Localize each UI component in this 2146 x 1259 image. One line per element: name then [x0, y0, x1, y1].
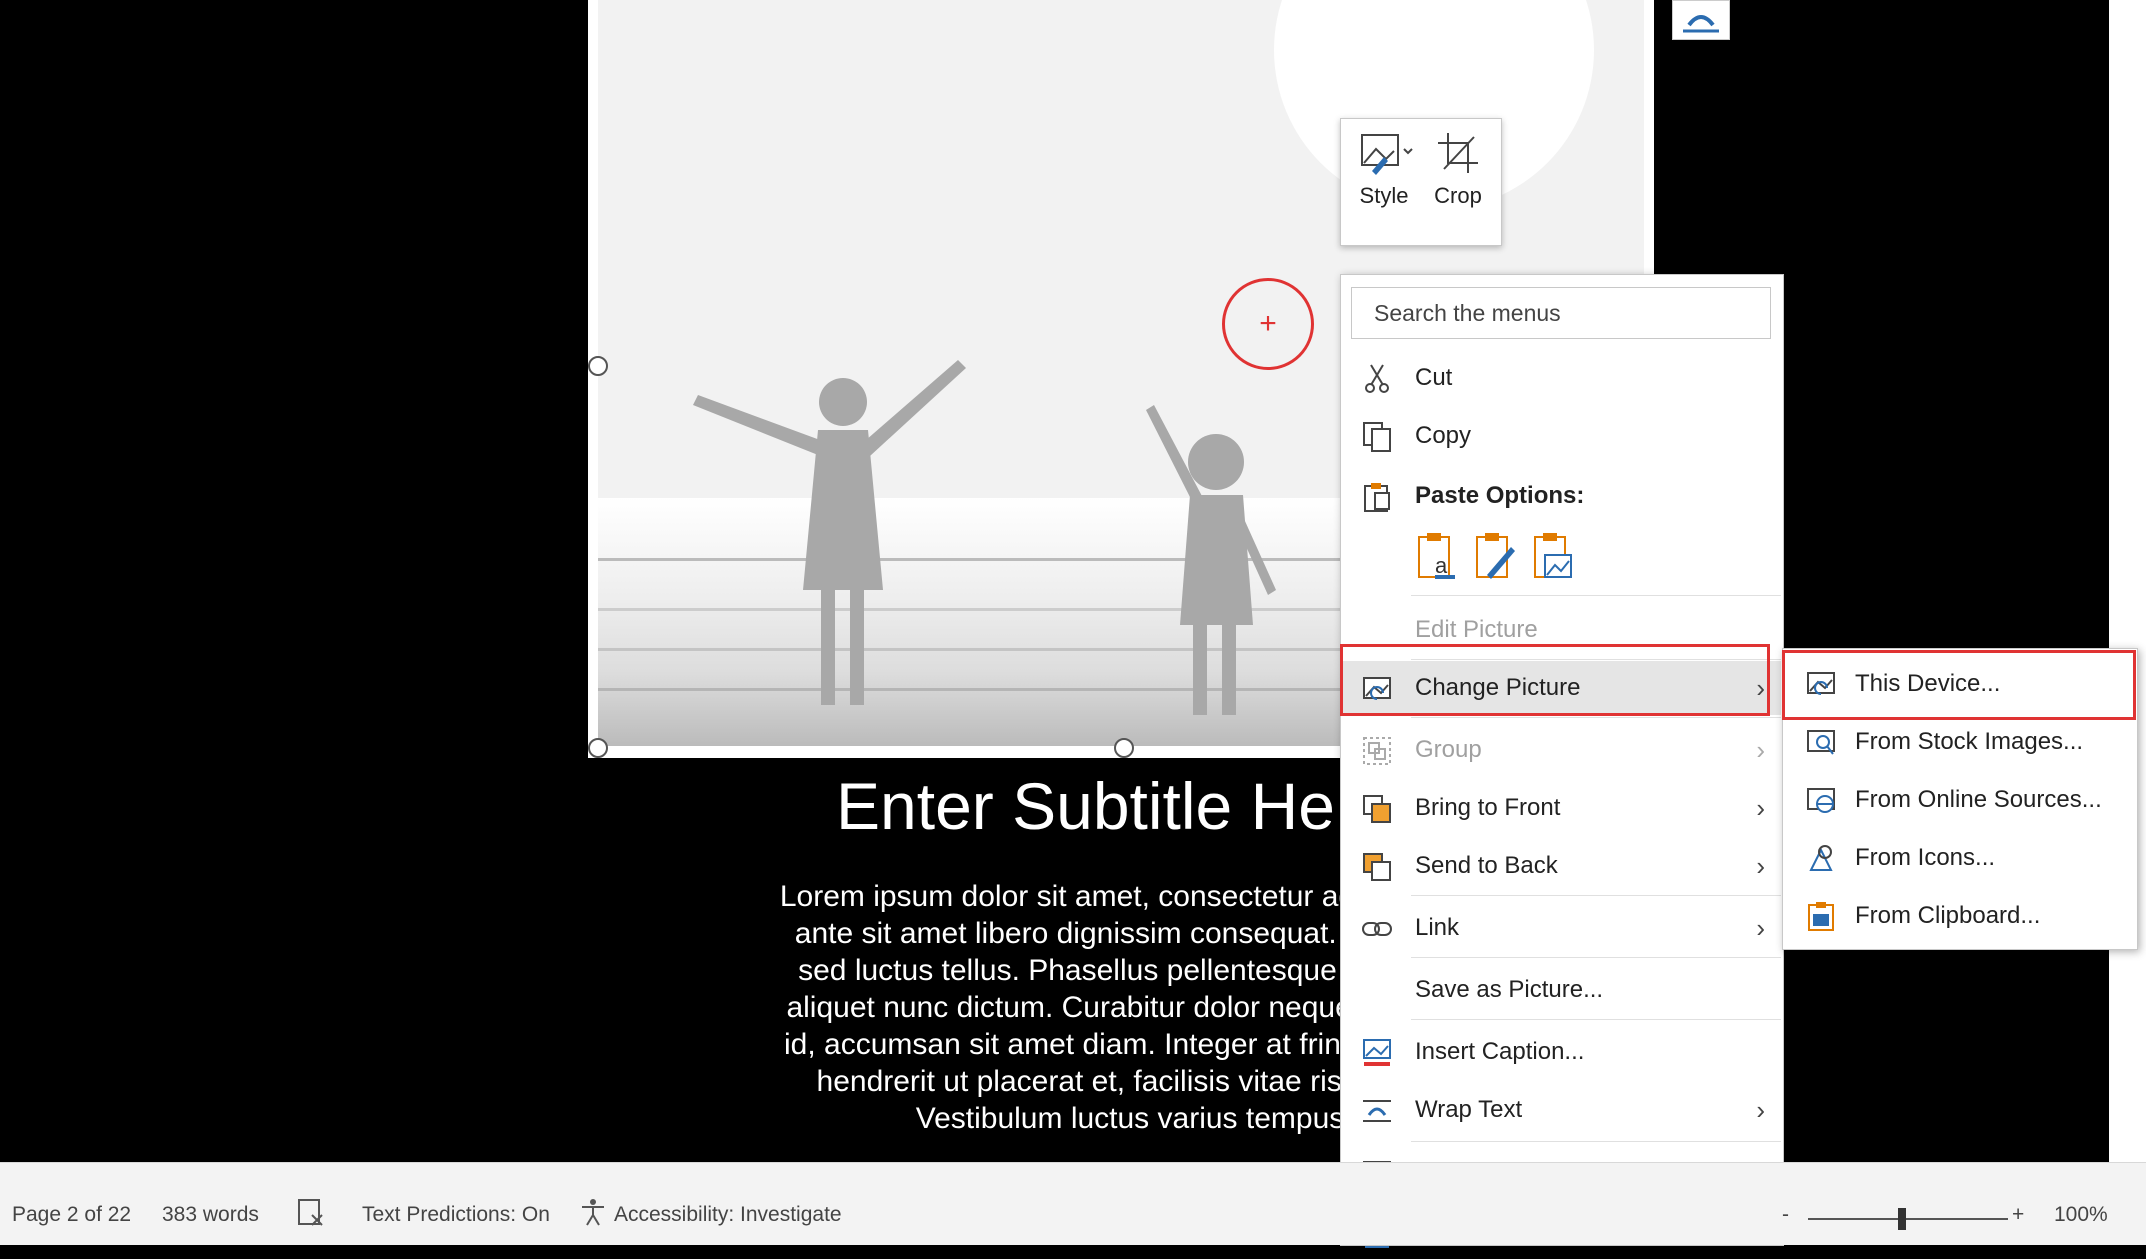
- online-sources-label: From Online Sources...: [1855, 786, 2102, 813]
- insert-caption-icon: [1363, 1039, 1391, 1066]
- clipboard-icon: [1364, 483, 1390, 512]
- group-label: Group: [1415, 736, 1482, 763]
- menu-item-wrap-text[interactable]: Wrap Text ›: [1341, 1083, 1781, 1137]
- crop-button[interactable]: Crop: [1423, 131, 1493, 209]
- layout-options-button[interactable]: [1672, 0, 1730, 40]
- menu-item-copy[interactable]: Copy: [1341, 409, 1781, 463]
- chevron-right-icon: ›: [1756, 1095, 1765, 1125]
- paste-options-header: Paste Options:: [1341, 469, 1781, 523]
- paste-picture-icon[interactable]: [1531, 531, 1575, 583]
- chevron-right-icon: ›: [1756, 735, 1765, 765]
- bring-to-front-label: Bring to Front: [1415, 794, 1561, 821]
- resize-handle-bottom[interactable]: [1114, 738, 1134, 758]
- document-margin: [2109, 0, 2146, 1162]
- accessibility-icon: [582, 1199, 604, 1226]
- submenu-item-clipboard[interactable]: From Clipboard...: [1783, 887, 2137, 945]
- icons-label: From Icons...: [1855, 844, 1996, 871]
- send-to-back-label: Send to Back: [1415, 852, 1558, 879]
- crop-icon: [1438, 133, 1478, 173]
- submenu-item-icons[interactable]: From Icons...: [1783, 829, 2137, 887]
- clipboard-label: From Clipboard...: [1855, 902, 2041, 929]
- menu-item-save-as-picture[interactable]: Save as Picture...: [1341, 963, 1781, 1017]
- zoom-slider-track[interactable]: [1808, 1218, 2008, 1220]
- icons-icon: [1809, 845, 1833, 871]
- zoom-in-button[interactable]: +: [2012, 1203, 2024, 1227]
- style-button[interactable]: Style: [1349, 131, 1419, 209]
- chevron-right-icon: ›: [1756, 851, 1765, 881]
- menu-item-cut[interactable]: Cut: [1341, 351, 1781, 405]
- word-count[interactable]: 383 words: [162, 1203, 259, 1227]
- page-count[interactable]: Page 2 of 22: [12, 1203, 131, 1227]
- zoom-out-button[interactable]: -: [1782, 1203, 1789, 1227]
- paste-keep-source-icon[interactable]: a: [1415, 531, 1459, 583]
- menu-item-send-to-back[interactable]: Send to Back ›: [1341, 839, 1781, 893]
- copy-icon: [1363, 422, 1391, 452]
- stock-images-label: From Stock Images...: [1855, 728, 2084, 755]
- search-menus-input[interactable]: Search the menus: [1351, 287, 1771, 339]
- submenu-item-stock-images[interactable]: From Stock Images...: [1783, 713, 2137, 771]
- send-to-back-icon: [1363, 853, 1391, 881]
- accessibility-status[interactable]: Accessibility: Investigate: [614, 1203, 842, 1227]
- crop-label: Crop: [1434, 183, 1482, 208]
- text-predictions-status[interactable]: Text Predictions: On: [362, 1203, 550, 1227]
- menu-item-insert-caption[interactable]: Insert Caption...: [1341, 1025, 1781, 1079]
- status-bar: Page 2 of 22 383 words Text Predictions:…: [0, 1162, 2146, 1245]
- svg-text:a: a: [1435, 553, 1448, 578]
- mini-toolbar: Style Crop: [1340, 118, 1502, 246]
- style-label: Style: [1359, 183, 1409, 208]
- insert-caption-label: Insert Caption...: [1415, 1038, 1585, 1065]
- wrap-text-label: Wrap Text: [1415, 1096, 1523, 1123]
- picture-style-icon: [1361, 134, 1413, 175]
- clipboard-picture-icon: [1808, 902, 1834, 931]
- this-device-highlight: [1782, 650, 2136, 720]
- group-icon: [1363, 737, 1391, 765]
- menu-item-link[interactable]: Link ›: [1341, 901, 1781, 955]
- zoom-slider-thumb[interactable]: [1898, 1208, 1906, 1230]
- copy-label: Copy: [1415, 422, 1472, 449]
- click-indicator: +: [1222, 278, 1314, 370]
- paste-options-label: Paste Options:: [1415, 482, 1585, 509]
- save-as-picture-label: Save as Picture...: [1415, 976, 1604, 1003]
- menu-item-bring-to-front[interactable]: Bring to Front ›: [1341, 781, 1781, 835]
- scissors-icon: [1365, 364, 1389, 393]
- online-sources-icon: [1807, 788, 1835, 813]
- link-icon: [1362, 922, 1392, 936]
- change-picture-highlight: [1340, 644, 1770, 716]
- proofing-icon[interactable]: [296, 1197, 326, 1227]
- link-label: Link: [1415, 914, 1460, 941]
- chevron-right-icon: ›: [1756, 793, 1765, 823]
- wrap-text-icon: [1683, 15, 1719, 33]
- paste-merge-format-icon[interactable]: [1473, 531, 1517, 583]
- stock-images-icon: [1807, 730, 1835, 755]
- document-canvas: + Enter Subtitle He Lorem ipsum dolor si…: [0, 0, 2146, 1162]
- cut-label: Cut: [1415, 364, 1453, 391]
- resize-handle-bottom-left[interactable]: [588, 738, 608, 758]
- wrap-text-icon: [1363, 1100, 1391, 1122]
- resize-handle-left[interactable]: [588, 356, 608, 376]
- submenu-item-online-sources[interactable]: From Online Sources...: [1783, 771, 2137, 829]
- context-menu: Search the menus Cut Copy Paste Options:…: [1340, 274, 1784, 1248]
- bring-to-front-icon: [1363, 795, 1391, 823]
- chevron-right-icon: ›: [1756, 913, 1765, 943]
- zoom-level[interactable]: 100%: [2054, 1203, 2108, 1227]
- subtitle-heading: Enter Subtitle He: [836, 769, 1335, 843]
- menu-item-group: Group ›: [1341, 723, 1781, 777]
